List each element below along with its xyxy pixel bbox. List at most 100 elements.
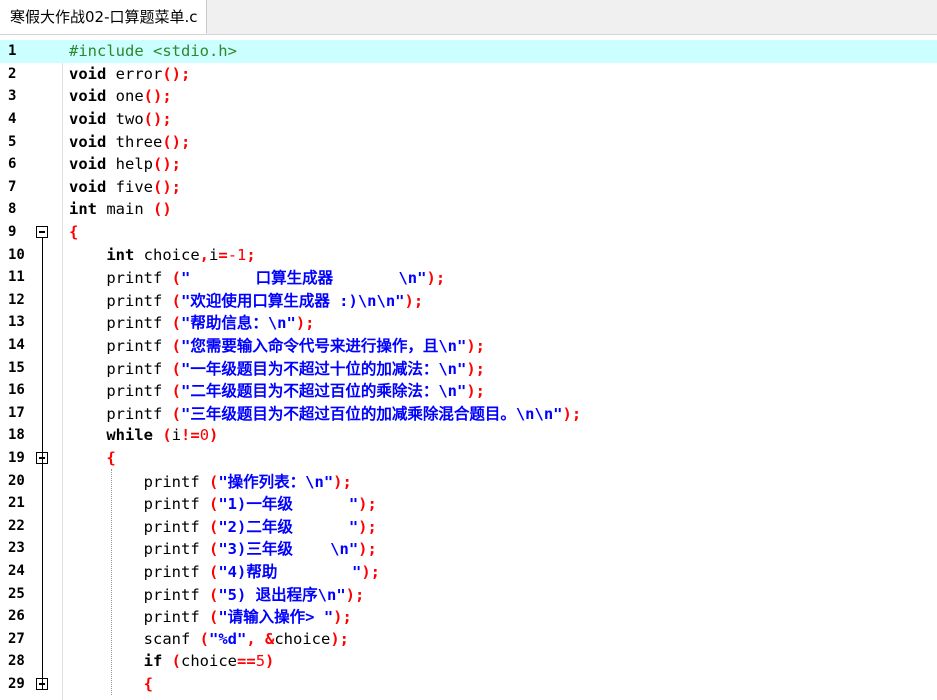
code-line[interactable]: 7 void five(); (0, 176, 937, 199)
code-line[interactable]: 14 printf ("您需要输入命令代号来进行操作，且\n"); (0, 334, 937, 357)
code-token: ( (208, 563, 219, 582)
tab-title: 寒假大作战02-口算题菜单.c (10, 8, 198, 26)
code-token: "三年级题目为不超过百位的加减乘除混合题目。\n\n" (181, 404, 563, 423)
code-token: ( (208, 517, 219, 536)
code-token: ); (404, 291, 424, 310)
code-token: "帮助信息：\n" (181, 314, 296, 333)
fold-toggle-icon[interactable] (36, 226, 48, 239)
code-token: ); (466, 359, 486, 378)
line-number: 17 (8, 404, 25, 421)
fold-connector (42, 238, 43, 691)
code-line[interactable]: 22 printf ("2)二年级 "); (0, 515, 937, 538)
code-line[interactable]: 29 { (0, 673, 937, 696)
code-token: ); (333, 472, 352, 491)
line-number: 19 (8, 450, 25, 467)
code-editor[interactable]: 1 #include <stdio.h> 2 void error(); 3 void o… (0, 40, 937, 700)
code-line[interactable]: 25 printf ("5) 退出程序\n"); (0, 582, 937, 605)
line-number: 28 (8, 653, 25, 670)
code-token: choice (274, 629, 331, 648)
code-text: void one(); (69, 87, 172, 105)
code-token: ); (358, 495, 377, 514)
line-number: 26 (8, 608, 25, 625)
code-token: { (106, 449, 116, 468)
code-token: ( (171, 291, 181, 310)
line-number: 10 (8, 246, 25, 263)
code-token: ( (171, 314, 181, 333)
code-token: ); (295, 314, 315, 333)
line-number: 21 (8, 495, 25, 512)
code-line[interactable]: 1 #include <stdio.h> (0, 40, 937, 63)
code-line[interactable]: 16 printf ("二年级题目为不超过百位的乘除法：\n"); (0, 379, 937, 402)
tab-bar: 寒假大作战02-口算题菜单.c (0, 0, 937, 35)
code-line[interactable]: 4 void two(); (0, 108, 937, 131)
code-token: "一年级题目为不超过十位的加减法：\n" (181, 359, 467, 378)
line-number: 14 (8, 337, 25, 354)
code-text: printf ("帮助信息：\n"); (69, 311, 315, 333)
code-line[interactable]: 5 void three(); (0, 130, 937, 153)
code-text: { (69, 449, 116, 468)
code-token: ); (345, 585, 365, 604)
code-token: ( (199, 629, 209, 648)
code-line[interactable]: 11 printf (" 口算生成器 \n"); (0, 266, 937, 289)
tab-file[interactable]: 寒假大作战02-口算题菜单.c (0, 0, 207, 34)
code-line[interactable]: 12 printf ("欢迎使用口算生成器 :)\n\n"); (0, 289, 937, 312)
code-token: (); (162, 64, 191, 83)
code-line[interactable]: 20 printf ("操作列表：\n"); (0, 469, 937, 492)
code-line[interactable]: 2 void error(); (0, 63, 937, 86)
code-token: ( (208, 585, 219, 604)
code-token: error (106, 64, 163, 83)
line-number: 29 (8, 676, 25, 693)
code-line[interactable]: 3 void one(); (0, 85, 937, 108)
code-line[interactable]: 15 printf ("一年级题目为不超过十位的加减法：\n"); (0, 356, 937, 379)
code-text: printf ("2)二年级 "); (69, 515, 377, 537)
code-line[interactable]: 13 printf ("帮助信息：\n"); (0, 311, 937, 334)
code-line[interactable]: 24 printf ("4)帮助 "); (0, 560, 937, 583)
code-token: printf (69, 563, 209, 582)
code-token: printf (69, 517, 209, 536)
code-token: #include <stdio.h> (69, 42, 237, 61)
code-line[interactable]: 18 while (i!=0) (0, 424, 937, 447)
code-token: void (69, 110, 107, 129)
line-number: 23 (8, 540, 25, 557)
code-token: ) (265, 652, 275, 671)
code-line[interactable]: 26 printf ("请输入操作> "); (0, 605, 937, 628)
code-token: ); (358, 540, 377, 559)
line-number: 3 (8, 88, 17, 105)
code-token: ); (562, 404, 582, 423)
code-token: int (106, 245, 135, 264)
code-line[interactable]: 28 if (choice==5) (0, 650, 937, 673)
code-token: "1)一年级 " (218, 495, 359, 514)
code-line[interactable]: 17 printf ("三年级题目为不超过百位的加减乘除混合题目。\n\n"); (0, 402, 937, 425)
code-token: printf (69, 314, 172, 333)
line-number: 18 (8, 427, 25, 444)
code-text: void help(); (69, 155, 181, 173)
code-line[interactable]: 8 int main () (0, 198, 937, 221)
code-text: void three(); (69, 133, 190, 151)
code-token: printf (69, 337, 172, 356)
code-token: "请输入操作> " (218, 608, 334, 627)
code-token: printf (69, 608, 209, 627)
code-token: (); (153, 155, 181, 174)
code-token: main (97, 200, 153, 219)
line-number: 22 (8, 517, 25, 534)
code-token: while (106, 426, 153, 445)
code-token: printf (69, 495, 209, 514)
code-token: help (106, 155, 153, 174)
code-line[interactable]: 21 printf ("1)一年级 "); (0, 492, 937, 515)
code-token: three (106, 132, 163, 151)
code-text: void error(); (69, 65, 190, 83)
code-token: "二年级题目为不超过百位的乘除法：\n" (181, 382, 467, 401)
code-token: ( (162, 426, 172, 445)
code-token: 0 (199, 426, 210, 445)
code-line[interactable]: 23 printf ("3)三年级 \n"); (0, 537, 937, 560)
code-line[interactable]: 27 scanf ("%d", &choice); (0, 628, 937, 651)
code-line[interactable]: 9{ (0, 221, 937, 244)
code-line[interactable]: 6 void help(); (0, 153, 937, 176)
code-line[interactable]: 19 { (0, 447, 937, 470)
code-line[interactable]: 10 int choice,i=-1; (0, 243, 937, 266)
code-text: printf ("三年级题目为不超过百位的加减乘除混合题目。\n\n"); (69, 402, 581, 424)
code-token: printf (69, 472, 209, 491)
